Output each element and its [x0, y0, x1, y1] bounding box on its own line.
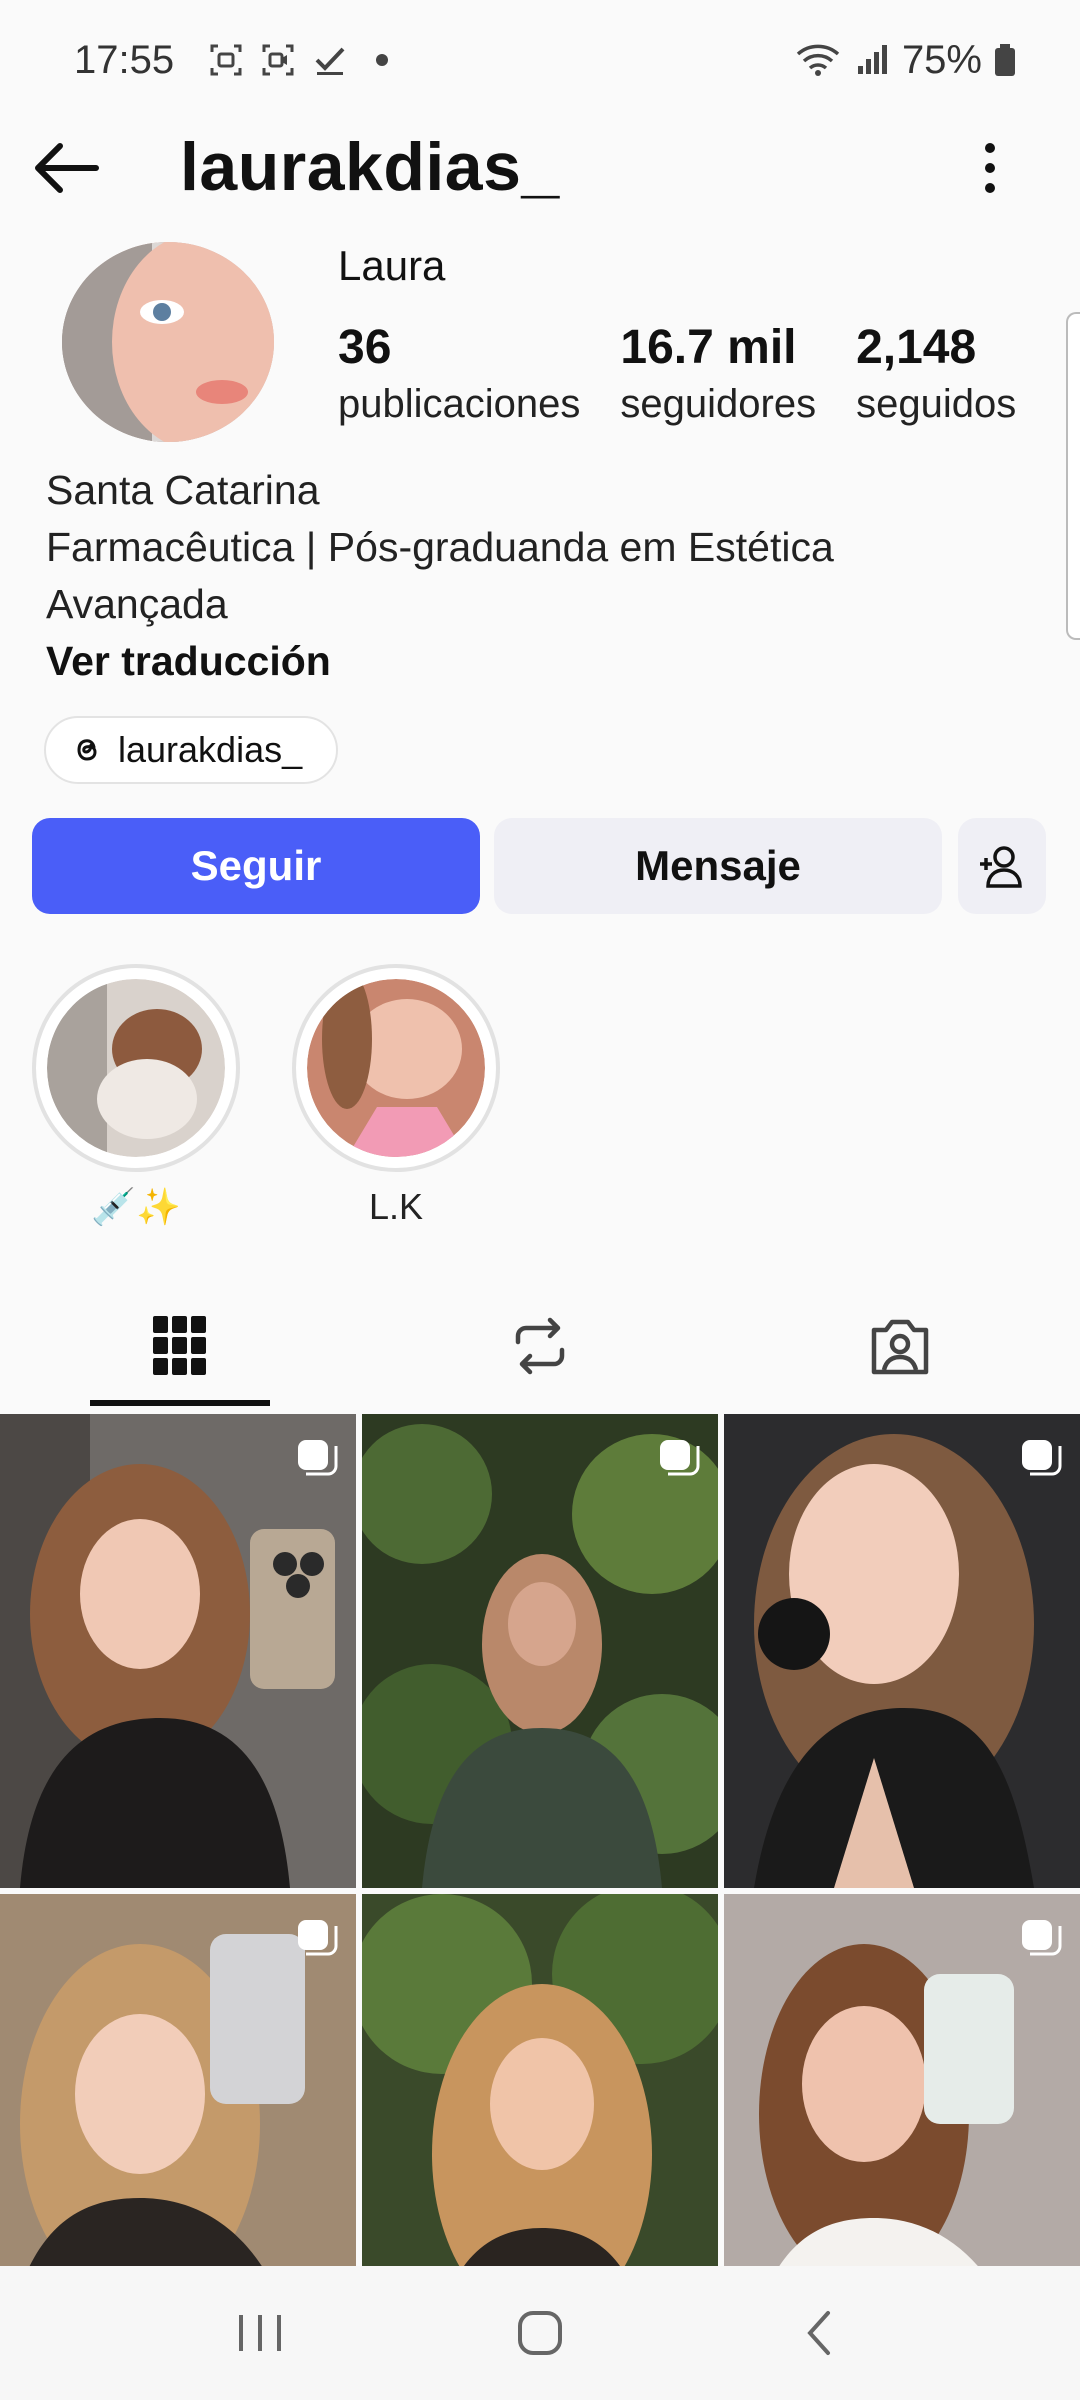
- multi-post-icon: [298, 1440, 338, 1476]
- message-button[interactable]: Mensaje: [494, 818, 942, 914]
- signal-icon: [857, 45, 887, 74]
- screenshot-icon: [210, 44, 242, 76]
- profile-header: laurakdias_: [0, 120, 1080, 215]
- back-arrow-icon[interactable]: [30, 138, 102, 198]
- highlight-ring: [32, 964, 240, 1172]
- post-thumbnail[interactable]: [724, 1414, 1080, 1888]
- avatar-image: [62, 242, 274, 442]
- tagged-person-icon: [871, 1319, 929, 1375]
- status-bar: 17:55 75%: [0, 0, 1080, 120]
- story-highlight[interactable]: L.K: [292, 964, 500, 1228]
- profile-tabs: [0, 1284, 1080, 1408]
- status-time: 17:55: [74, 37, 175, 82]
- scroll-indicator[interactable]: [1066, 312, 1080, 640]
- highlight-label: 💉✨: [91, 1186, 181, 1227]
- multi-post-icon: [660, 1440, 700, 1476]
- story-highlight[interactable]: 💉✨: [32, 964, 240, 1228]
- multi-post-icon: [1022, 1440, 1062, 1476]
- followers-count: 16.7 mil: [620, 321, 797, 374]
- stat-followers[interactable]: 16.7 mil seguidores: [620, 318, 816, 430]
- profile-stats: 36 publicaciones 16.7 mil seguidores 2,1…: [338, 318, 1016, 430]
- home-button[interactable]: [500, 2293, 580, 2373]
- bio-line: Avançada: [46, 581, 228, 627]
- stat-following[interactable]: 2,148 seguidos: [856, 318, 1016, 430]
- followers-label: seguidores: [620, 382, 817, 426]
- highlight-label: L.K: [368, 1186, 424, 1227]
- tab-reposts[interactable]: [450, 1284, 630, 1408]
- page-title: laurakdias_: [180, 129, 560, 205]
- notification-dot-icon: [376, 54, 389, 66]
- recent-apps-icon: [239, 2315, 281, 2351]
- post-thumbnail[interactable]: [362, 1414, 718, 1888]
- follow-button[interactable]: Seguir: [32, 818, 480, 914]
- check-icon: [315, 47, 345, 75]
- following-label: seguidos: [856, 382, 1017, 426]
- battery-icon: [995, 44, 1015, 76]
- highlight-image: [47, 979, 225, 1157]
- avatar[interactable]: [62, 242, 274, 442]
- screen-record-icon: [262, 44, 294, 76]
- more-options-icon[interactable]: [964, 138, 1016, 198]
- chevron-left-icon: [807, 2311, 830, 2355]
- highlight-ring: [292, 964, 500, 1172]
- active-tab-indicator: [90, 1400, 270, 1406]
- tab-posts-grid[interactable]: [90, 1284, 270, 1408]
- threads-handle: laurakdias_: [118, 729, 303, 770]
- posts-label: publicaciones: [338, 382, 581, 426]
- multi-post-icon: [298, 1920, 338, 1956]
- post-thumbnail[interactable]: [0, 1414, 356, 1888]
- reposts-icon: [515, 1317, 565, 1375]
- highlight-image: [307, 979, 485, 1157]
- bio: Santa Catarina Farmacêutica | Pós-gradua…: [46, 462, 1046, 690]
- system-back-button[interactable]: [780, 2293, 860, 2373]
- battery-level: 75%: [901, 37, 982, 82]
- post-image: [724, 1414, 1080, 1888]
- system-nav-bar: [0, 2266, 1080, 2400]
- see-translation-link[interactable]: Ver traducción: [46, 633, 1046, 690]
- multi-post-icon: [1022, 1920, 1062, 1956]
- bio-line: Santa Catarina: [46, 467, 320, 513]
- posts-count: 36: [338, 321, 392, 374]
- home-icon: [518, 2311, 562, 2355]
- display-name: Laura: [338, 242, 446, 289]
- threads-icon: [77, 739, 97, 761]
- post-image: [362, 1414, 718, 1888]
- bio-line: Farmacêutica | Pós-graduanda em Estética: [46, 524, 834, 570]
- stat-posts[interactable]: 36 publicaciones: [338, 318, 580, 430]
- tab-tagged[interactable]: [810, 1284, 990, 1408]
- suggested-users-button[interactable]: [958, 818, 1046, 914]
- wifi-icon: [796, 44, 840, 76]
- threads-link[interactable]: laurakdias_: [44, 716, 339, 784]
- recent-apps-button[interactable]: [220, 2293, 300, 2373]
- grid-icon: [153, 1316, 206, 1375]
- add-person-icon: [980, 846, 1022, 888]
- post-image: [0, 1414, 356, 1888]
- following-count: 2,148: [856, 321, 977, 374]
